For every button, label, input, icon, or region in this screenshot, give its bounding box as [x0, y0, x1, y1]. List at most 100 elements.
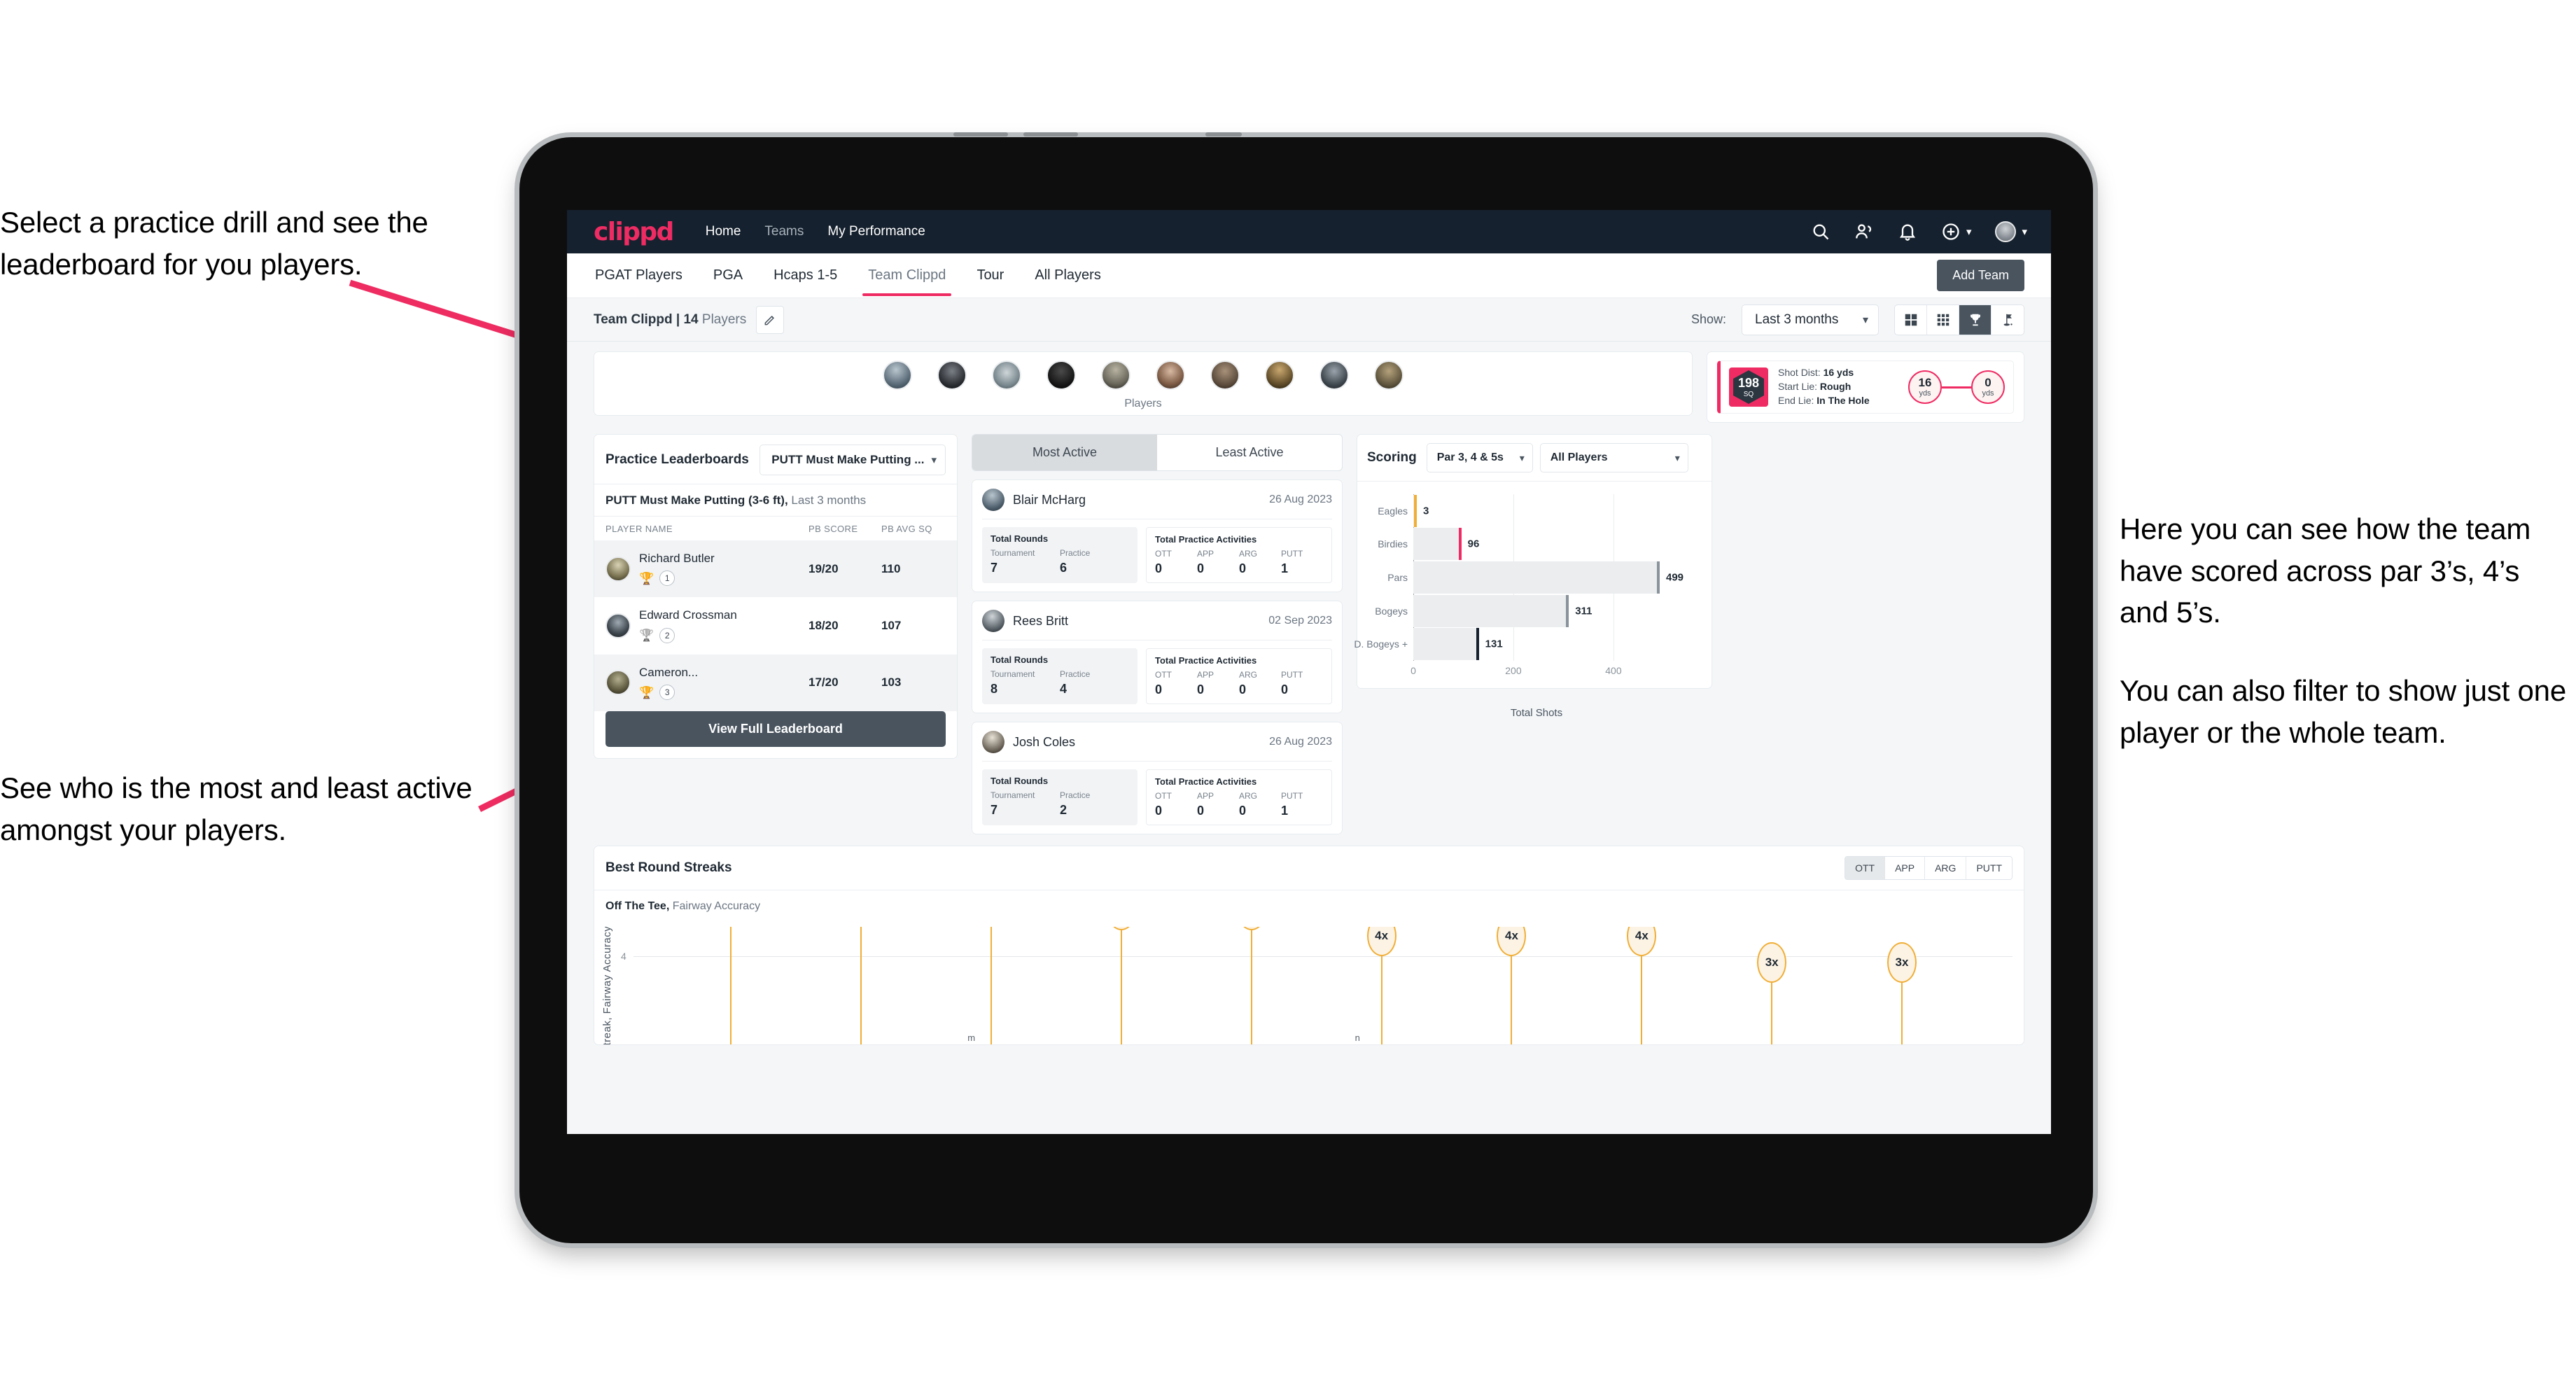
- tablet-device: clippd Home Teams My Performance ▾ ▾ PGA…: [519, 132, 2093, 1243]
- drill-select[interactable]: PUTT Must Make Putting ... ▾: [760, 444, 946, 475]
- pb-avg-sq-value: 110: [881, 561, 901, 575]
- act-arg-label: ARG: [1239, 549, 1258, 559]
- view-grid-large-button[interactable]: [1895, 304, 1927, 335]
- total-rounds-cols: Tournament 7 Practice 6: [990, 548, 1129, 575]
- act-ott: OTT 0: [1155, 670, 1197, 697]
- streak-bubble[interactable]: 5x: [1236, 927, 1266, 930]
- grid-large-icon: [1905, 314, 1917, 326]
- view-full-leaderboard-button[interactable]: View Full Leaderboard: [606, 711, 946, 748]
- streak-bubble[interactable]: 4x: [1497, 927, 1527, 956]
- act-arg: ARG 0: [1239, 549, 1281, 576]
- nav-link-home[interactable]: Home: [706, 224, 741, 239]
- chevron-down-icon-add[interactable]: ▾: [1966, 225, 1972, 238]
- avatar[interactable]: [1374, 360, 1404, 390]
- tab-team-clippd[interactable]: Team Clippd: [862, 255, 952, 296]
- rounds-tournament-value: 8: [990, 682, 998, 696]
- scoring-x-axis-title: Total Shots: [1510, 707, 1563, 719]
- player-filter-value: All Players: [1550, 451, 1608, 463]
- date-range-value: Last 3 months: [1755, 312, 1839, 327]
- streak-bubble[interactable]: 4x: [1627, 927, 1657, 956]
- list-item[interactable]: Rees Britt 02 Sep 2023 Total Rounds Tour…: [972, 601, 1343, 713]
- act-putt: PUTT 0: [1281, 670, 1323, 697]
- tab-hcaps-1-5[interactable]: Hcaps 1-5: [772, 255, 839, 296]
- scoring-header: Scoring Par 3, 4 & 5s ▾ All Players ▾: [1357, 435, 1712, 481]
- date-range-select[interactable]: Last 3 months ▾: [1742, 304, 1879, 335]
- avatar[interactable]: [1265, 360, 1294, 390]
- activity-item-body: Total Rounds Tournament 7 Practice 6 Total…: [982, 519, 1332, 583]
- avatar[interactable]: [1320, 360, 1349, 390]
- avatar: [982, 610, 1004, 632]
- practice-activities-box: Total Practice Activities OTT 0 APP 0 ARG 0…: [1146, 527, 1332, 583]
- top-row: Players 198 SQ Shot Dist: 16 yds Start L…: [594, 351, 2024, 423]
- nav-link-my-performance[interactable]: My Performance: [827, 224, 925, 239]
- annotation-most-least-active: See who is the most and least active amo…: [0, 771, 472, 846]
- view-trophy-button[interactable]: [1959, 304, 1991, 335]
- act-arg-label: ARG: [1239, 791, 1258, 801]
- bell-icon[interactable]: [1898, 222, 1917, 241]
- avatar[interactable]: [1210, 360, 1240, 390]
- streak-stem: [1901, 982, 1903, 1044]
- total-rounds-title: Total Rounds: [990, 654, 1049, 665]
- view-grid-small-button[interactable]: [1927, 304, 1959, 335]
- activity-item-body: Total Rounds Tournament 8 Practice 4 Total…: [982, 640, 1332, 704]
- activity-date: 26 Aug 2023: [1269, 736, 1332, 748]
- list-item[interactable]: Josh Coles 26 Aug 2023 Total Rounds Tour…: [972, 722, 1343, 834]
- total-rounds-box: Total Rounds Tournament 7 Practice 2: [982, 769, 1138, 825]
- table-row[interactable]: Edward Crossman 🏆 2 18/20 107: [594, 597, 957, 654]
- people-icon[interactable]: [1854, 222, 1874, 241]
- tab-least-active[interactable]: Least Active: [1157, 435, 1342, 470]
- streak-toggle-putt[interactable]: PUTT: [1966, 857, 2012, 879]
- streak-toggle-arg[interactable]: ARG: [1925, 857, 1967, 879]
- bar-value-label: 96: [1467, 538, 1480, 550]
- avatar[interactable]: [937, 360, 967, 390]
- list-item[interactable]: Blair McHarg 26 Aug 2023 Total Rounds To…: [972, 479, 1343, 592]
- streak-bubble[interactable]: 3x: [1757, 941, 1787, 983]
- chevron-down-icon-profile[interactable]: ▾: [2022, 225, 2027, 238]
- view-course-button[interactable]: [1991, 305, 2024, 335]
- bar-row: D. Bogeys + 131: [1354, 628, 1660, 661]
- tab-pga[interactable]: PGA: [712, 255, 744, 296]
- tab-tour[interactable]: Tour: [975, 255, 1005, 296]
- plus-circle-icon[interactable]: [1941, 222, 1961, 241]
- edit-team-button[interactable]: [756, 305, 785, 334]
- nav-link-teams[interactable]: Teams: [764, 224, 804, 239]
- best-round-streaks-card: Best Round Streaks OTT APP ARG PUTT Off …: [594, 846, 2024, 1045]
- streak-subtitle-light: Fairway Accuracy: [669, 900, 761, 912]
- streak-bubble[interactable]: 3x: [1887, 941, 1917, 983]
- table-row[interactable]: Cameron... 🏆 3 17/20 103: [594, 654, 957, 712]
- bar: 311: [1413, 594, 1592, 627]
- streak-toggle-ott[interactable]: OTT: [1845, 857, 1886, 879]
- streak-bubble[interactable]: 4x: [1366, 927, 1396, 956]
- flag-icon: [2003, 314, 2012, 326]
- end-lie-value: In The Hole: [1816, 394, 1870, 406]
- bar: 131: [1413, 628, 1503, 661]
- tab-all-players[interactable]: All Players: [1033, 255, 1102, 296]
- avatar[interactable]: [992, 360, 1021, 390]
- best-round-streaks-plot: Streak, Fairway Accuracy 467x6x6x5x5x4x4…: [594, 927, 2024, 1044]
- streak-stem: [860, 927, 862, 1044]
- search-icon[interactable]: [1811, 222, 1830, 241]
- streak-toggle-app[interactable]: APP: [1885, 857, 1926, 879]
- player-filter-select[interactable]: All Players ▾: [1539, 443, 1688, 472]
- x-axis-tick: 200: [1505, 665, 1522, 676]
- act-putt-label: PUTT: [1281, 670, 1303, 680]
- table-row[interactable]: Richard Butler 🏆 1 19/20 110: [594, 540, 957, 598]
- avatar[interactable]: [1156, 360, 1185, 390]
- chevron-down-icon: ▾: [1519, 451, 1525, 463]
- practice-activities-title: Total Practice Activities: [1155, 655, 1257, 666]
- end-lie-line: End Lie: In The Hole: [1778, 394, 1870, 408]
- act-arg: ARG 0: [1239, 670, 1281, 697]
- clippd-logo[interactable]: clippd: [594, 218, 674, 246]
- streak-bubble[interactable]: 5x: [1106, 927, 1136, 930]
- avatar[interactable]: [883, 360, 912, 390]
- activity-date: 26 Aug 2023: [1269, 493, 1332, 505]
- avatar[interactable]: [1046, 360, 1076, 390]
- tab-pgat-players[interactable]: PGAT Players: [594, 255, 684, 296]
- avatar[interactable]: [1101, 360, 1130, 390]
- add-team-button[interactable]: Add Team: [1937, 260, 2024, 291]
- avatar[interactable]: [1995, 221, 2017, 242]
- tab-most-active[interactable]: Most Active: [972, 435, 1157, 470]
- team-tabs-bar: PGAT Players PGA Hcaps 1-5 Team Clippd T…: [567, 253, 2051, 298]
- rounds-tournament: Tournament 7: [990, 548, 1060, 575]
- par-filter-select[interactable]: Par 3, 4 & 5s ▾: [1426, 443, 1533, 472]
